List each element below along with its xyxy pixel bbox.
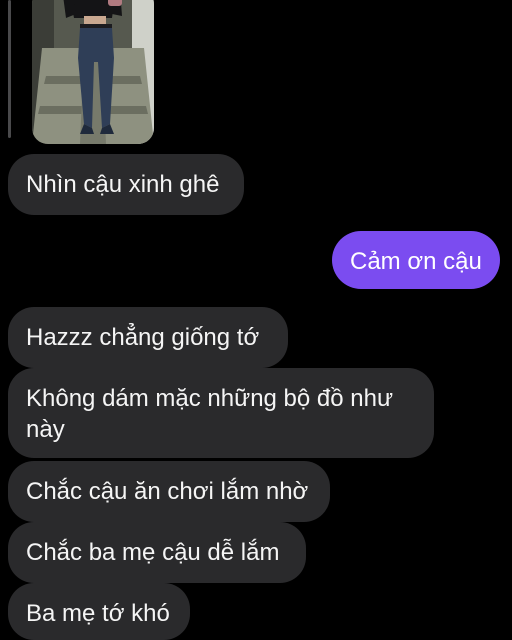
message-bubble-received[interactable]: Chắc ba mẹ cậu dễ lắm bbox=[8, 522, 306, 583]
message-bubble-received[interactable]: Nhìn cậu xinh ghê bbox=[8, 154, 244, 215]
message-text: Ba mẹ tớ khó bbox=[26, 600, 170, 627]
message-text: Hazzz chẳng giống tớ bbox=[26, 324, 260, 351]
message-bubble-received[interactable]: Không dám mặc những bộ đồ như này bbox=[8, 368, 434, 458]
message-bubble-received[interactable]: Hazzz chẳng giống tớ bbox=[8, 307, 288, 368]
message-bubble-sent[interactable]: Cảm ơn cậu bbox=[332, 231, 500, 289]
message-text: Nhìn cậu xinh ghê bbox=[26, 171, 220, 198]
message-bubble-received[interactable]: Chắc cậu ăn chơi lắm nhờ bbox=[8, 461, 330, 522]
message-bubble-received[interactable]: Ba mẹ tớ khó bbox=[8, 583, 190, 640]
reply-indicator-bar bbox=[8, 0, 11, 138]
photo-thumbnail-icon bbox=[32, 0, 154, 144]
message-text: Chắc cậu ăn chơi lắm nhờ bbox=[26, 478, 309, 505]
shared-photo[interactable] bbox=[32, 0, 154, 144]
message-text: Cảm ơn cậu bbox=[350, 248, 482, 275]
message-text: Chắc ba mẹ cậu dễ lắm bbox=[26, 539, 280, 566]
message-text: Không dám mặc những bộ đồ như này bbox=[26, 385, 394, 443]
